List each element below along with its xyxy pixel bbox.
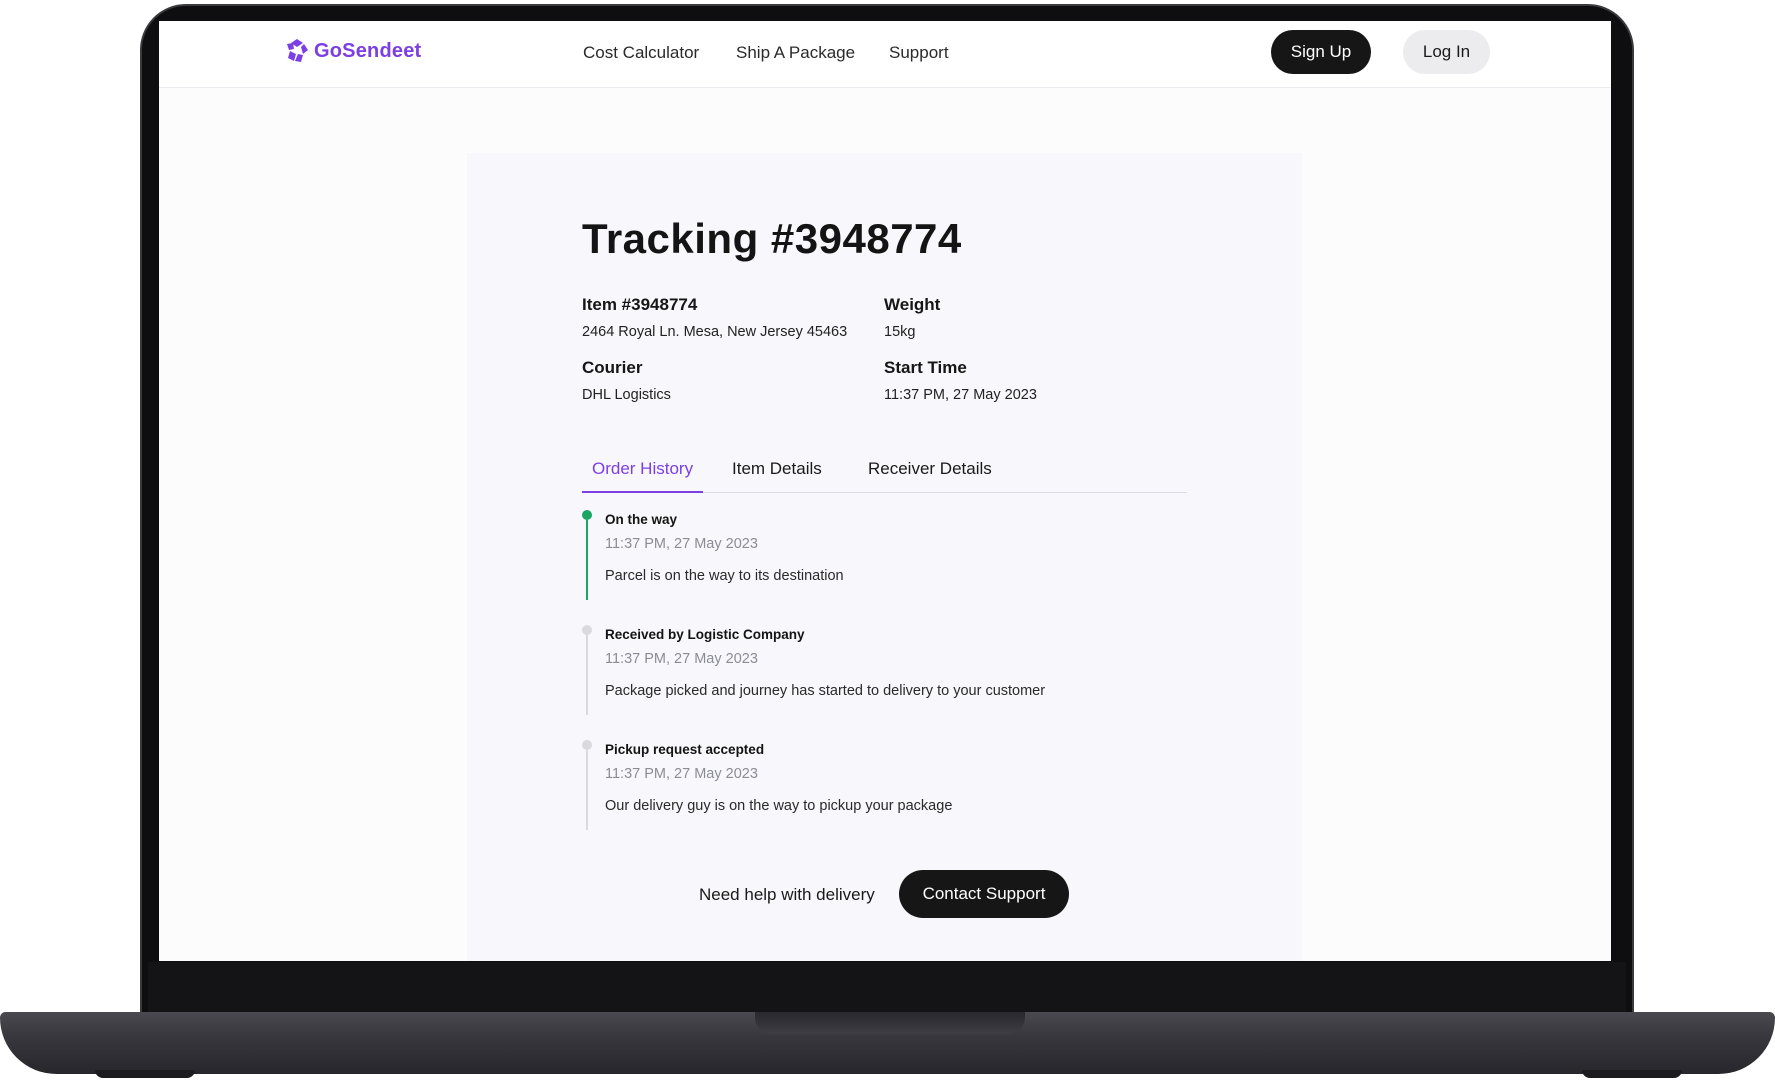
courier-label: Courier xyxy=(582,358,643,377)
tracking-card: Tracking #3948774 Item #3948774 2464 Roy… xyxy=(467,153,1302,961)
laptop-bezel-chin xyxy=(148,962,1626,1012)
event-time: 11:37 PM, 27 May 2023 xyxy=(605,766,758,782)
event-description: Package picked and journey has started t… xyxy=(605,683,1046,699)
item-label: Item #3948774 xyxy=(582,295,698,314)
history-event-received: Received by Logistic Company 11:37 PM, 2… xyxy=(582,625,1202,729)
tab-receiver-details[interactable]: Receiver Details xyxy=(858,459,1002,493)
history-event-on-the-way: On the way 11:37 PM, 27 May 2023 Parcel … xyxy=(582,510,1202,614)
brand-logo[interactable]: GoSendeet xyxy=(284,37,421,65)
top-navbar: GoSendeet Cost Calculator Ship A Package… xyxy=(159,21,1611,88)
event-title: Pickup request accepted xyxy=(605,742,765,757)
timeline-line xyxy=(586,750,588,830)
event-description: Our delivery guy is on the way to pickup… xyxy=(605,798,953,814)
item-address: 2464 Royal Ln. Mesa, New Jersey 45463 xyxy=(582,324,848,340)
laptop-foot-right xyxy=(1582,1070,1682,1078)
start-time-value: 11:37 PM, 27 May 2023 xyxy=(884,387,1037,403)
start-time-label: Start Time xyxy=(884,358,967,377)
contact-support-button[interactable]: Contact Support xyxy=(899,870,1069,918)
tab-order-history[interactable]: Order History xyxy=(582,459,704,493)
laptop-foot-left xyxy=(95,1070,195,1078)
nav-support[interactable]: Support xyxy=(889,43,949,63)
nav-cost-calculator[interactable]: Cost Calculator xyxy=(583,43,699,63)
status-dot xyxy=(582,740,592,750)
status-dot xyxy=(582,510,592,520)
weight-label: Weight xyxy=(884,295,941,314)
brand-logo-icon xyxy=(287,39,308,62)
detail-tabs: Order History Item Details Receiver Deta… xyxy=(582,459,1187,493)
sign-up-button[interactable]: Sign Up xyxy=(1271,30,1371,74)
timeline-line xyxy=(586,520,588,600)
weight-value: 15kg xyxy=(884,324,916,340)
event-title: Received by Logistic Company xyxy=(605,627,805,642)
page-title: Tracking #3948774 xyxy=(582,215,962,262)
event-time: 11:37 PM, 27 May 2023 xyxy=(605,536,758,552)
status-dot xyxy=(582,625,592,635)
log-in-button[interactable]: Log In xyxy=(1403,30,1490,74)
laptop-screen: GoSendeet Cost Calculator Ship A Package… xyxy=(159,21,1611,961)
event-title: On the way xyxy=(605,512,678,527)
courier-value: DHL Logistics xyxy=(582,387,671,403)
brand-name: GoSendeet xyxy=(314,39,422,62)
laptop-hinge-notch xyxy=(755,1012,1025,1034)
history-event-pickup-accepted: Pickup request accepted 11:37 PM, 27 May… xyxy=(582,740,1202,844)
help-prompt: Need help with delivery xyxy=(699,885,875,904)
event-description: Parcel is on the way to its destination xyxy=(605,568,844,584)
tab-item-details[interactable]: Item Details xyxy=(722,459,832,493)
nav-ship-a-package[interactable]: Ship A Package xyxy=(736,43,855,63)
event-time: 11:37 PM, 27 May 2023 xyxy=(605,651,758,667)
timeline-line xyxy=(586,635,588,715)
